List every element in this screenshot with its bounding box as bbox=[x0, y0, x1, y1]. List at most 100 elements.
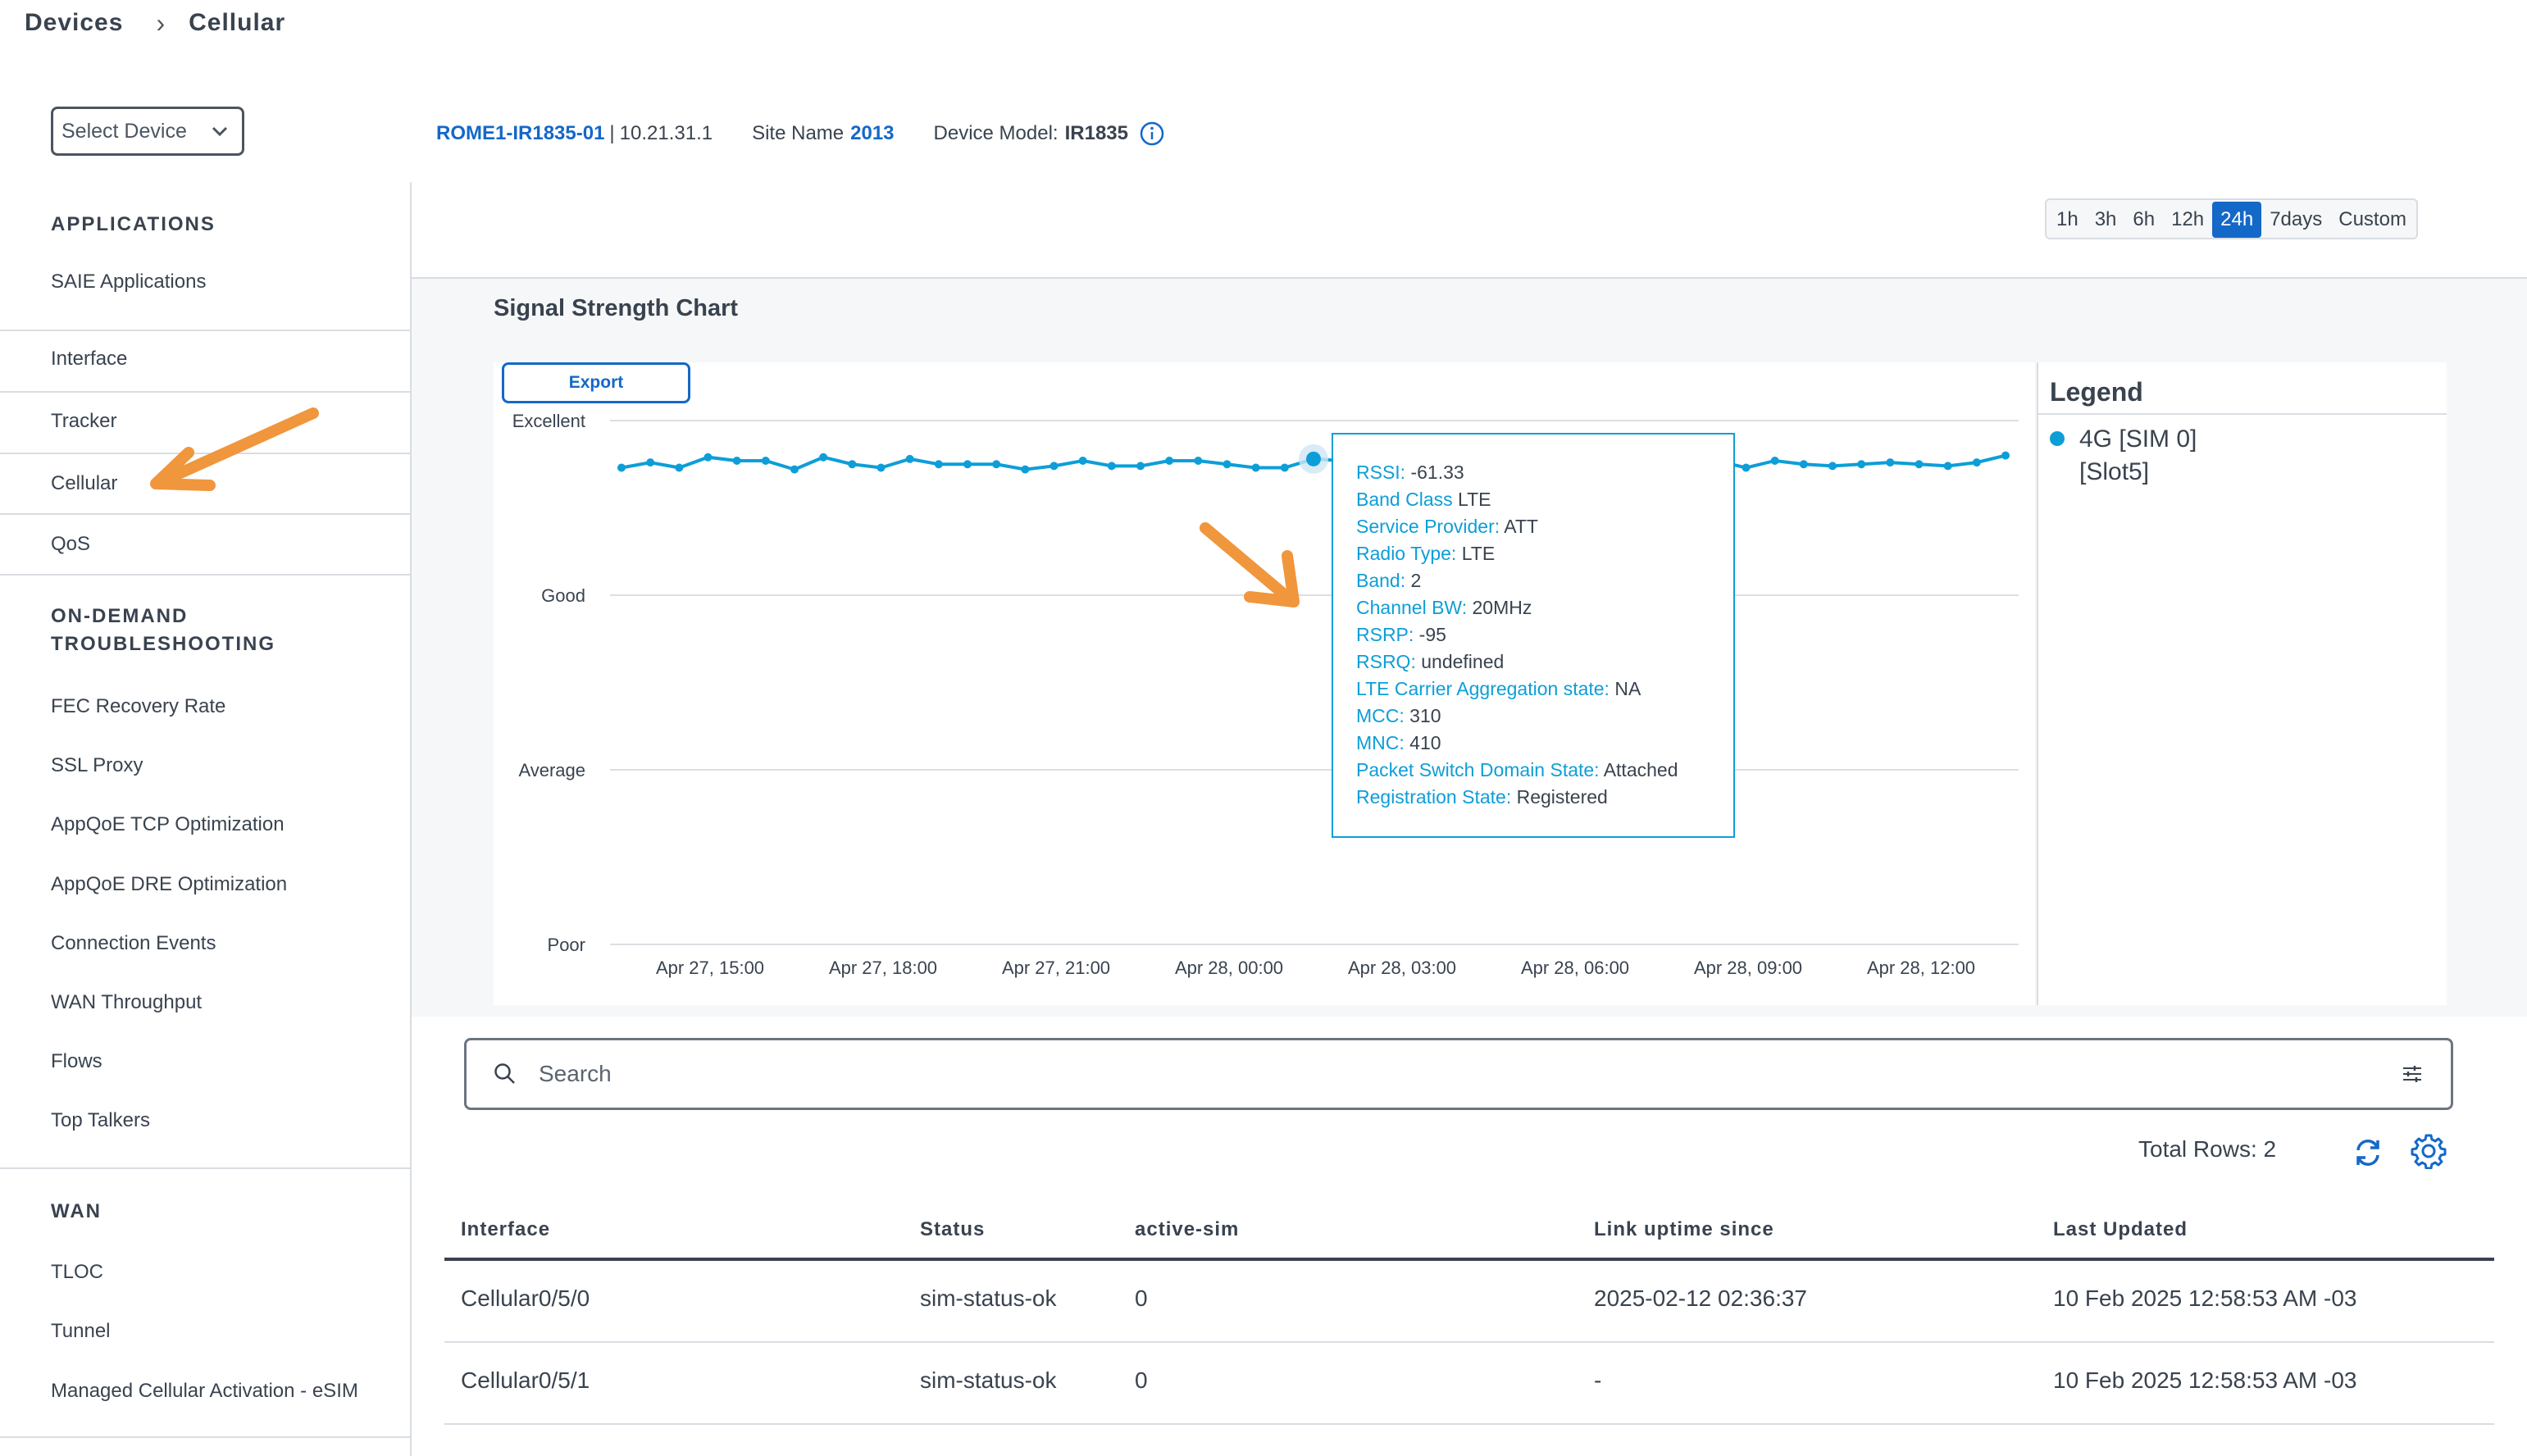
data-point[interactable] bbox=[1223, 460, 1232, 469]
filter-icon[interactable] bbox=[2400, 1062, 2425, 1086]
time-range-1h[interactable]: 1h bbox=[2048, 202, 2087, 238]
data-point[interactable] bbox=[1280, 463, 1289, 472]
device-model-label: Device Model: bbox=[933, 122, 1059, 144]
sidebar-item-ssl-proxy[interactable]: SSL Proxy bbox=[0, 754, 410, 777]
data-point[interactable] bbox=[1915, 460, 1924, 469]
data-point[interactable] bbox=[1194, 456, 1203, 465]
data-point[interactable] bbox=[1770, 456, 1779, 465]
time-range-7days[interactable]: 7days bbox=[2261, 202, 2330, 238]
chart-title: Signal Strength Chart bbox=[494, 295, 739, 321]
device-hostname-link[interactable]: ROME1-IR1835-01 bbox=[436, 122, 604, 145]
data-point[interactable] bbox=[1828, 462, 1837, 471]
y-tick-label: Average bbox=[518, 760, 585, 780]
y-tick-label: Poor bbox=[548, 935, 585, 955]
tooltip-value: undefined bbox=[1415, 651, 1505, 672]
data-point[interactable] bbox=[2001, 451, 2010, 460]
sidebar-item-managed-cellular-esim[interactable]: Managed Cellular Activation - eSIM bbox=[0, 1380, 410, 1403]
data-point[interactable] bbox=[934, 460, 943, 469]
column-header-active-sim[interactable]: active-sim bbox=[1135, 1218, 1239, 1241]
data-point[interactable] bbox=[848, 460, 857, 469]
sidebar-item-interface[interactable]: Interface bbox=[0, 348, 410, 371]
sidebar-item-fec-recovery-rate[interactable]: FEC Recovery Rate bbox=[0, 695, 410, 718]
export-button[interactable]: Export bbox=[502, 362, 690, 403]
chevron-right-icon: › bbox=[156, 7, 166, 38]
divider bbox=[0, 513, 410, 515]
sidebar-item-connection-events[interactable]: Connection Events bbox=[0, 932, 410, 955]
cell-link-uptime: - bbox=[1594, 1367, 1602, 1393]
breadcrumb-devices[interactable]: Devices bbox=[25, 9, 123, 37]
data-point[interactable] bbox=[1136, 462, 1145, 471]
data-point[interactable] bbox=[819, 453, 828, 462]
data-point[interactable] bbox=[617, 463, 626, 472]
sidebar-item-top-talkers[interactable]: Top Talkers bbox=[0, 1109, 410, 1132]
data-point[interactable] bbox=[1886, 458, 1895, 467]
time-range-3h[interactable]: 3h bbox=[2087, 202, 2125, 238]
sidebar-item-flows[interactable]: Flows bbox=[0, 1050, 410, 1073]
data-point[interactable] bbox=[1857, 460, 1866, 469]
table-row[interactable]: Cellular0/5/0 sim-status-ok 0 2025-02-12… bbox=[444, 1261, 2494, 1343]
divider bbox=[0, 391, 410, 393]
data-point[interactable] bbox=[675, 463, 684, 472]
annotation-arrow-icon bbox=[150, 407, 319, 491]
data-point[interactable] bbox=[1165, 456, 1174, 465]
data-point[interactable] bbox=[1943, 462, 1952, 471]
data-point[interactable] bbox=[703, 453, 713, 462]
tooltip-row: Band Class LTE bbox=[1356, 486, 1710, 513]
data-point[interactable] bbox=[876, 463, 886, 472]
x-tick-label: Apr 28, 06:00 bbox=[1521, 958, 1629, 978]
column-header-last-updated[interactable]: Last Updated bbox=[2053, 1218, 2188, 1241]
data-point[interactable] bbox=[1078, 456, 1087, 465]
data-point[interactable] bbox=[732, 456, 741, 465]
time-range-24h[interactable]: 24h bbox=[2212, 202, 2262, 238]
section-title-troubleshooting: TROUBLESHOOTING bbox=[51, 633, 275, 655]
data-point[interactable] bbox=[1107, 462, 1116, 471]
time-range-custom[interactable]: Custom bbox=[2330, 202, 2415, 238]
tooltip-row: Registration State: Registered bbox=[1356, 784, 1710, 811]
info-icon[interactable] bbox=[1140, 121, 1164, 146]
column-header-status[interactable]: Status bbox=[920, 1218, 985, 1241]
legend-entry[interactable]: 4G [SIM 0] [Slot5] bbox=[2050, 423, 2243, 489]
data-point[interactable] bbox=[761, 456, 770, 465]
device-model-value: IR1835 bbox=[1064, 122, 1128, 144]
refresh-icon[interactable] bbox=[2352, 1136, 2384, 1169]
breadcrumb: Devices › Cellular bbox=[25, 5, 285, 41]
sidebar-item-wan-throughput[interactable]: WAN Throughput bbox=[0, 991, 410, 1014]
data-point[interactable] bbox=[1021, 465, 1030, 474]
data-point[interactable] bbox=[646, 458, 655, 467]
device-ip: 10.21.31.1 bbox=[619, 122, 713, 144]
sidebar-item-tunnel[interactable]: Tunnel bbox=[0, 1320, 410, 1343]
sidebar-item-appqoe-tcp[interactable]: AppQoE TCP Optimization bbox=[0, 813, 410, 836]
cell-active-sim: 0 bbox=[1135, 1285, 1148, 1311]
search-input[interactable] bbox=[537, 1060, 2400, 1088]
column-header-interface[interactable]: Interface bbox=[461, 1218, 550, 1241]
cell-active-sim: 0 bbox=[1135, 1367, 1148, 1393]
time-range-12h[interactable]: 12h bbox=[2163, 202, 2212, 238]
data-point[interactable] bbox=[992, 460, 1001, 469]
x-tick-label: Apr 27, 15:00 bbox=[656, 958, 764, 978]
data-point[interactable] bbox=[790, 465, 799, 474]
select-device-dropdown[interactable]: Select Device bbox=[51, 107, 244, 156]
data-point[interactable] bbox=[1050, 462, 1059, 471]
data-point[interactable] bbox=[905, 454, 914, 463]
table-row[interactable]: Cellular0/5/1 sim-status-ok 0 - 10 Feb 2… bbox=[444, 1343, 2494, 1425]
tooltip-value: Attached bbox=[1599, 759, 1678, 780]
tooltip-key: Channel BW: bbox=[1356, 597, 1468, 618]
x-axis-labels: Apr 27, 15:00 Apr 27, 18:00 Apr 27, 21:00 A… bbox=[656, 958, 1975, 978]
tooltip-key: Packet Switch Domain State: bbox=[1356, 759, 1600, 780]
sidebar-item-tloc[interactable]: TLOC bbox=[0, 1261, 410, 1284]
sidebar-item-saie-applications[interactable]: SAIE Applications bbox=[0, 271, 410, 293]
sidebar-item-qos[interactable]: QoS bbox=[0, 533, 410, 556]
data-point[interactable] bbox=[963, 460, 972, 469]
data-point[interactable] bbox=[1742, 463, 1751, 472]
sidebar-item-appqoe-dre[interactable]: AppQoE DRE Optimization bbox=[0, 873, 410, 896]
tooltip-value: -61.33 bbox=[1405, 462, 1464, 483]
time-range-6h[interactable]: 6h bbox=[2124, 202, 2163, 238]
gear-icon[interactable] bbox=[2411, 1133, 2447, 1169]
data-point[interactable] bbox=[1251, 463, 1260, 472]
data-point[interactable] bbox=[1972, 458, 1981, 467]
tooltip-key: MNC: bbox=[1356, 732, 1405, 753]
divider bbox=[0, 1167, 410, 1169]
data-point[interactable] bbox=[1799, 460, 1808, 469]
column-header-link-uptime[interactable]: Link uptime since bbox=[1594, 1218, 1774, 1241]
data-point[interactable] bbox=[1306, 451, 1321, 466]
